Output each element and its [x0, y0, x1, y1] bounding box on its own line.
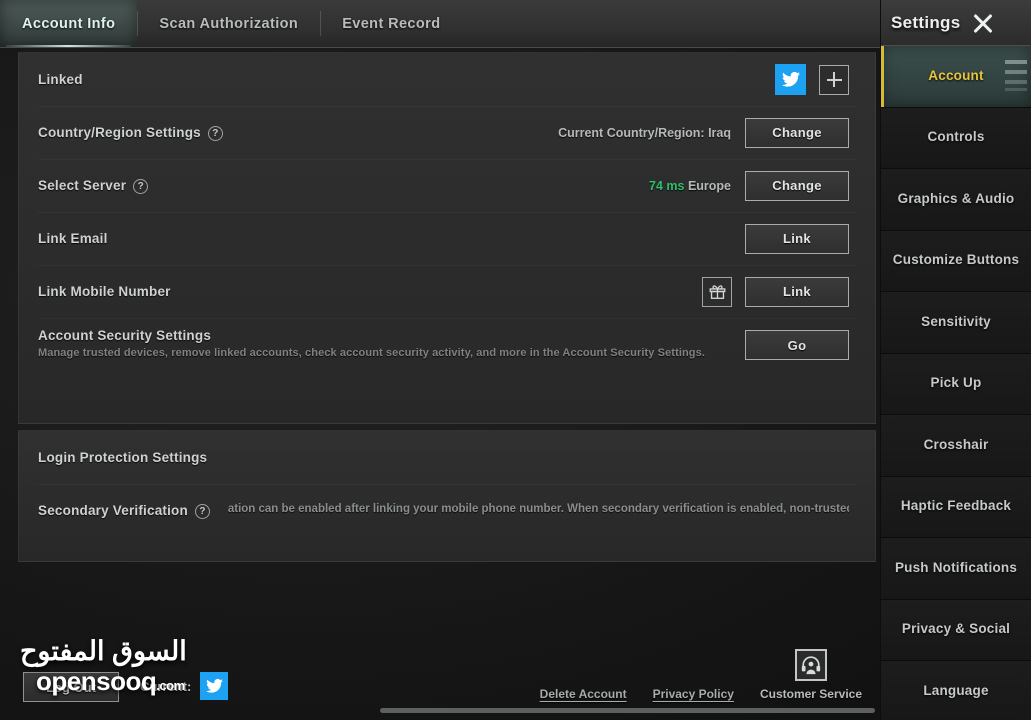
server-name: Europe [687, 178, 731, 193]
row-label: Link Mobile Number [38, 284, 171, 299]
sidebar-item-graphics-audio[interactable]: Graphics & Audio [881, 169, 1031, 231]
twitter-icon[interactable] [775, 64, 806, 95]
account-tab-bar: Account Info Scan Authorization Event Re… [0, 0, 880, 48]
change-country-button[interactable]: Change [745, 117, 849, 148]
sidebar-item-customize-buttons[interactable]: Customize Buttons [881, 230, 1031, 292]
marquee-text: Secondary verification can be enabled af… [227, 502, 849, 515]
sidebar-item-label: Account [928, 67, 984, 83]
sidebar-item-label: Haptic Feedback [900, 498, 1012, 514]
row-select-server: Select Server ? 74 ms Europe Change [19, 159, 875, 212]
tab-label: Scan Authorization [159, 15, 299, 32]
change-server-button[interactable]: Change [745, 170, 849, 201]
current-label: Current: [140, 678, 192, 694]
row-label: Linked [38, 72, 83, 87]
sidebar-item-label: Language [923, 682, 989, 698]
sidebar-item-language[interactable]: Language [881, 661, 1031, 720]
sidebar-item-haptic-feedback[interactable]: Haptic Feedback [881, 476, 1031, 538]
tab-scan-authorization[interactable]: Scan Authorization [137, 0, 320, 47]
sidebar-item-controls[interactable]: Controls [881, 107, 1031, 169]
log-out-button[interactable]: Log Out [23, 672, 119, 702]
customer-service-label: Customer Service [759, 687, 862, 701]
tab-label: Event Record [342, 15, 441, 32]
help-icon[interactable]: ? [133, 179, 149, 194]
sidebar-item-label: Privacy & Social [901, 621, 1011, 637]
current-country-value: Current Country/Region: Iraq [558, 125, 731, 140]
page-title: Settings [891, 12, 961, 32]
scrollbar-thumb[interactable] [380, 708, 875, 713]
sidebar-item-label: Sensitivity [921, 313, 991, 329]
sidebar-item-label: Pick Up [930, 375, 982, 391]
sidebar-item-label: Push Notifications [894, 559, 1018, 575]
row-label: Country/Region Settings [38, 125, 201, 140]
sidebar-item-privacy-social[interactable]: Privacy & Social [881, 599, 1031, 661]
account-info-panel: Linked Country/Region Settings ? Current… [0, 48, 880, 720]
sidebar-header: Settings [881, 0, 1031, 46]
row-link-mobile-number: Link Mobile Number Link [19, 265, 875, 318]
sidebar-item-push-notifications[interactable]: Push Notifications [881, 538, 1031, 600]
row-label: Link Email [38, 231, 108, 246]
link-email-button[interactable]: Link [745, 223, 849, 254]
row-account-security: Account Security Settings Manage trusted… [19, 318, 875, 382]
row-description: Manage trusted devices, remove linked ac… [38, 347, 706, 359]
privacy-policy-link[interactable]: Privacy Policy [653, 687, 734, 702]
sidebar-item-label: Crosshair [923, 436, 989, 452]
sidebar-item-label: Graphics & Audio [897, 190, 1015, 206]
close-icon[interactable] [972, 12, 994, 34]
row-link-email: Link Email Link [19, 212, 875, 265]
help-icon[interactable]: ? [207, 126, 223, 141]
account-security-go-button[interactable]: Go [745, 330, 849, 360]
sidebar-item-pick-up[interactable]: Pick Up [881, 353, 1031, 415]
settings-sidebar: Settings Account Controls Graphics & Aud… [880, 0, 1031, 720]
section-title: Login Protection Settings [38, 450, 208, 465]
row-label: Secondary Verification [38, 503, 188, 518]
row-country-region: Country/Region Settings ? Current Countr… [19, 106, 875, 159]
sidebar-item-sensitivity[interactable]: Sensitivity [881, 292, 1031, 354]
sidebar-item-crosshair[interactable]: Crosshair [881, 415, 1031, 477]
sidebar-item-label: Customize Buttons [892, 252, 1020, 268]
row-login-protection-title: Login Protection Settings [19, 431, 875, 484]
current-linked-account: Current: [140, 672, 229, 700]
footer-links: Delete Account Privacy Policy Customer S… [540, 649, 862, 702]
help-icon[interactable]: ? [194, 504, 210, 519]
settings-screen: Account Info Scan Authorization Event Re… [0, 0, 1031, 720]
tab-event-record[interactable]: Event Record [320, 0, 462, 47]
link-mobile-button[interactable]: Link [745, 276, 849, 307]
login-protection-card: Login Protection Settings Secondary Veri… [18, 430, 876, 562]
add-linked-account-button[interactable] [819, 64, 849, 95]
account-security-text: Account Security Settings Manage trusted… [38, 328, 705, 359]
tab-label: Account Info [22, 15, 116, 32]
row-secondary-verification: Secondary Verification ? Secondary verif… [19, 484, 875, 537]
ping-value: 74 ms [649, 178, 685, 193]
row-linked: Linked [19, 53, 875, 106]
gift-icon[interactable] [702, 276, 732, 307]
secondary-verification-description: Secondary verification can be enabled af… [228, 503, 849, 519]
customer-service-icon [794, 649, 827, 681]
customer-service-button[interactable]: Customer Service [760, 649, 862, 702]
account-bottom-bar: Log Out Current: Delete Account Privacy … [0, 632, 880, 720]
row-label: Select Server [38, 178, 127, 193]
row-label: Account Security Settings [38, 328, 212, 343]
plus-icon [826, 72, 842, 87]
server-value: 74 ms Europe [649, 179, 731, 193]
tab-account-info[interactable]: Account Info [0, 0, 138, 47]
sidebar-item-account[interactable]: Account [881, 46, 1031, 108]
horizontal-scrollbar[interactable] [0, 707, 880, 714]
delete-account-link[interactable]: Delete Account [540, 687, 627, 702]
sidebar-item-label: Controls [927, 129, 985, 145]
twitter-icon[interactable] [200, 672, 229, 700]
account-settings-card: Linked Country/Region Settings ? Current… [18, 52, 876, 424]
